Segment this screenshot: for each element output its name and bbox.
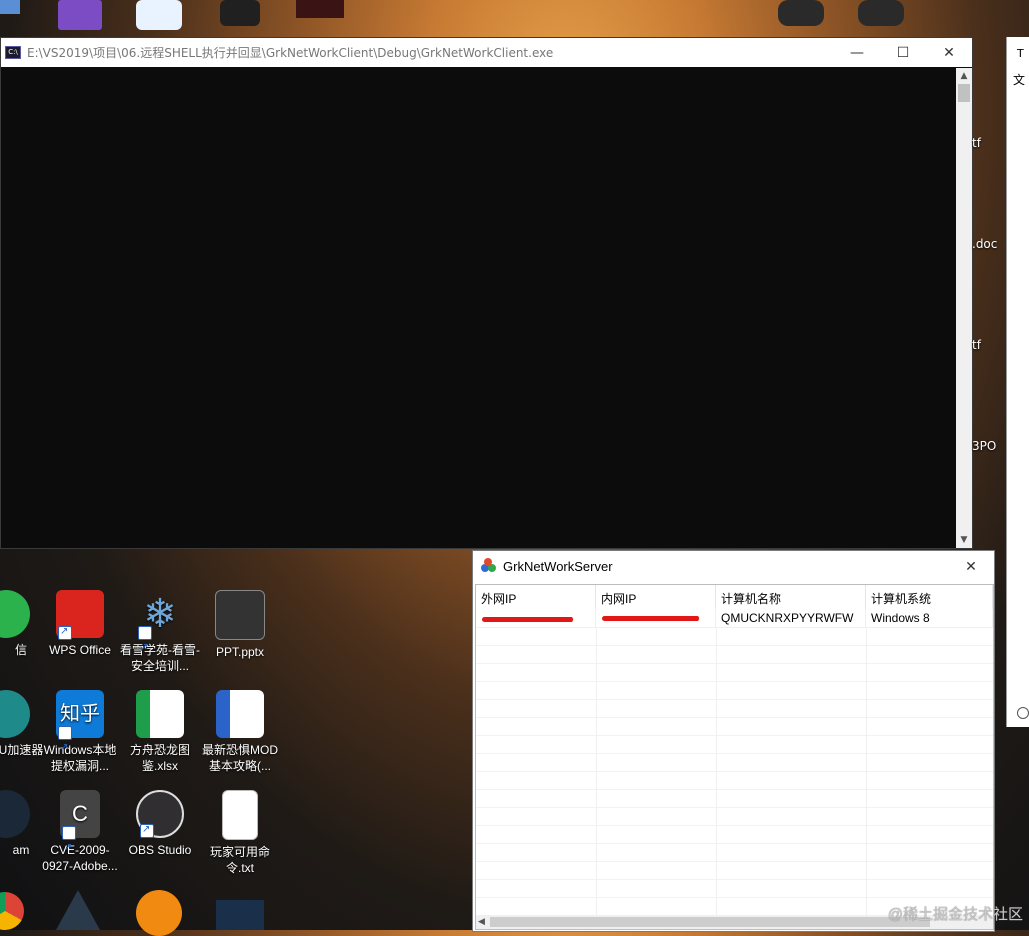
right-fragment-1[interactable]: tf [972,136,981,150]
server-close-button[interactable]: ✕ [948,552,994,581]
client-list-view[interactable]: 外网IP 内网IP 计算机名称 计算机系统 QMUCKNRXPYYRWFW Wi… [475,584,994,930]
desktop-icon-label: 方舟恐龙图鉴.xlsx [129,743,190,773]
close-button[interactable]: ✕ [926,38,972,67]
console-titlebar[interactable]: C:\ E:\VS2019\项目\06.远程SHELL执行并回显\GrkNetW… [1,38,972,67]
table-row[interactable]: QMUCKNRXPYYRWFW Windows 8 [476,609,993,628]
desktop-icon-zhihu[interactable]: 知乎 Windows本地提权漏洞... [38,690,122,774]
console-vertical-scrollbar[interactable]: ▲ ▼ [956,68,972,548]
shortcut-arrow-icon [58,724,72,772]
visual-studio-icon[interactable] [58,0,102,30]
desktop-icon-obs[interactable]: OBS Studio [118,790,202,858]
game-thumbnail-icon[interactable] [296,0,344,18]
desktop-icon-label: 最新恐惧MOD基本攻略(... [202,743,278,773]
console-title: E:\VS2019\项目\06.远程SHELL执行并回显\GrkNetWorkC… [27,46,554,60]
spreadsheet-file-icon [136,690,184,738]
shortcut-arrow-icon [62,824,76,872]
right-fragment-2[interactable]: .doc [972,237,997,251]
redaction-mark-external-ip [482,617,574,622]
ark-game-icon[interactable] [56,890,100,930]
desktop-icon-label: 玩家可用命令.txt [209,845,270,875]
desktop-icon-label: OBS Studio [128,843,192,857]
gta-icon[interactable] [220,0,260,26]
wps-office-icon [56,590,104,640]
maximize-button[interactable]: ☐ [880,38,926,67]
server-title: GrkNetWorkServer [503,558,613,574]
horizontal-scroll-thumb[interactable] [490,917,930,927]
cell-computer-name: QMUCKNRXPYYRWFW [716,609,866,627]
desktop-icon-label: CVE-2009-0927-Adobe... [42,843,118,873]
desktop-icon-label: 看雪学苑-看雪-安全培训... [120,643,200,673]
desktop-icon-label: Windows本地提权漏洞... [43,743,117,773]
server-titlebar[interactable]: GrkNetWorkServer ✕ [473,551,994,581]
desktop-icon-xlsx[interactable]: 方舟恐龙图鉴.xlsx [118,690,202,774]
console-window[interactable]: C:\ E:\VS2019\项目\06.远程SHELL执行并回显\GrkNetW… [0,37,973,549]
column-header-computer-name[interactable]: 计算机名称 [716,585,866,609]
side-window-radio-icon[interactable] [1017,707,1029,719]
desktop-icon-label: WPS Office [49,643,111,657]
text-file-icon [222,790,258,840]
column-header-os[interactable]: 计算机系统 [866,585,993,609]
orange-app-icon[interactable] [136,890,182,936]
cell-os: Windows 8 [866,609,993,627]
snowflake-icon: ❄ [136,590,184,672]
side-window-char-2: 文 [1013,73,1026,87]
obs-studio-icon [136,790,184,838]
redaction-mark-internal-ip [602,616,700,621]
chrome-icon[interactable] [0,892,24,930]
side-window-char-1: T [1017,47,1024,60]
desktop-icon-ppt[interactable]: PPT.pptx [198,590,282,660]
baidu-netdisk-icon[interactable] [136,0,182,30]
game-thumbnail-bottom-icon[interactable] [216,900,264,930]
scroll-up-arrow-icon[interactable]: ▲ [956,68,972,84]
wechat-icon [0,590,30,638]
partial-side-window[interactable]: T 文 [1006,37,1029,727]
watermark-text: @稀土掘金技术社区 [887,906,1023,923]
desktop-icon-doc[interactable]: 最新恐惧MOD基本攻略(... [198,690,282,774]
pptx-file-icon [215,590,265,640]
shortcut-arrow-icon [58,624,72,640]
desktop-icon-txt[interactable]: 玩家可用命令.txt [198,790,282,876]
zhihu-icon: 知乎 [56,690,104,772]
server-app-icon [481,558,497,574]
c-file-icon: C [60,790,100,872]
uu-accelerator-icon [0,690,30,738]
column-header-external-ip[interactable]: 外网IP [476,585,596,609]
console-output-area[interactable] [1,68,956,548]
list-header: 外网IP 内网IP 计算机名称 计算机系统 [476,585,993,609]
bug-icon-2[interactable] [858,0,904,26]
steam-icon [0,790,30,838]
right-fragment-3[interactable]: tf [972,338,981,352]
desktop-icon-cve[interactable]: C CVE-2009-0927-Adobe... [38,790,122,874]
console-app-icon: C:\ [5,46,21,59]
scroll-down-arrow-icon[interactable]: ▼ [956,532,972,548]
desktop-icon-label: PPT.pptx [215,645,265,659]
list-empty-grid [476,628,993,915]
scroll-thumb[interactable] [958,84,970,102]
right-fragment-4[interactable]: 3PO [972,439,996,453]
server-window[interactable]: GrkNetWorkServer ✕ 外网IP 内网IP 计算机名称 计算机系统… [472,550,995,932]
desktop-icon-wps[interactable]: WPS Office [38,590,122,658]
minimize-button[interactable]: — [834,38,880,67]
shortcut-arrow-icon [140,822,154,838]
scroll-left-arrow-icon[interactable]: ◀ [478,915,485,929]
word-document-icon [216,690,264,738]
column-header-internal-ip[interactable]: 内网IP [596,585,716,609]
bug-icon-1[interactable] [778,0,824,26]
shortcut-arrow-icon [138,624,152,672]
desktop-icon-top-1[interactable] [0,0,20,14]
desktop-icon-kanxue[interactable]: ❄ 看雪学苑-看雪-安全培训... [118,590,202,674]
